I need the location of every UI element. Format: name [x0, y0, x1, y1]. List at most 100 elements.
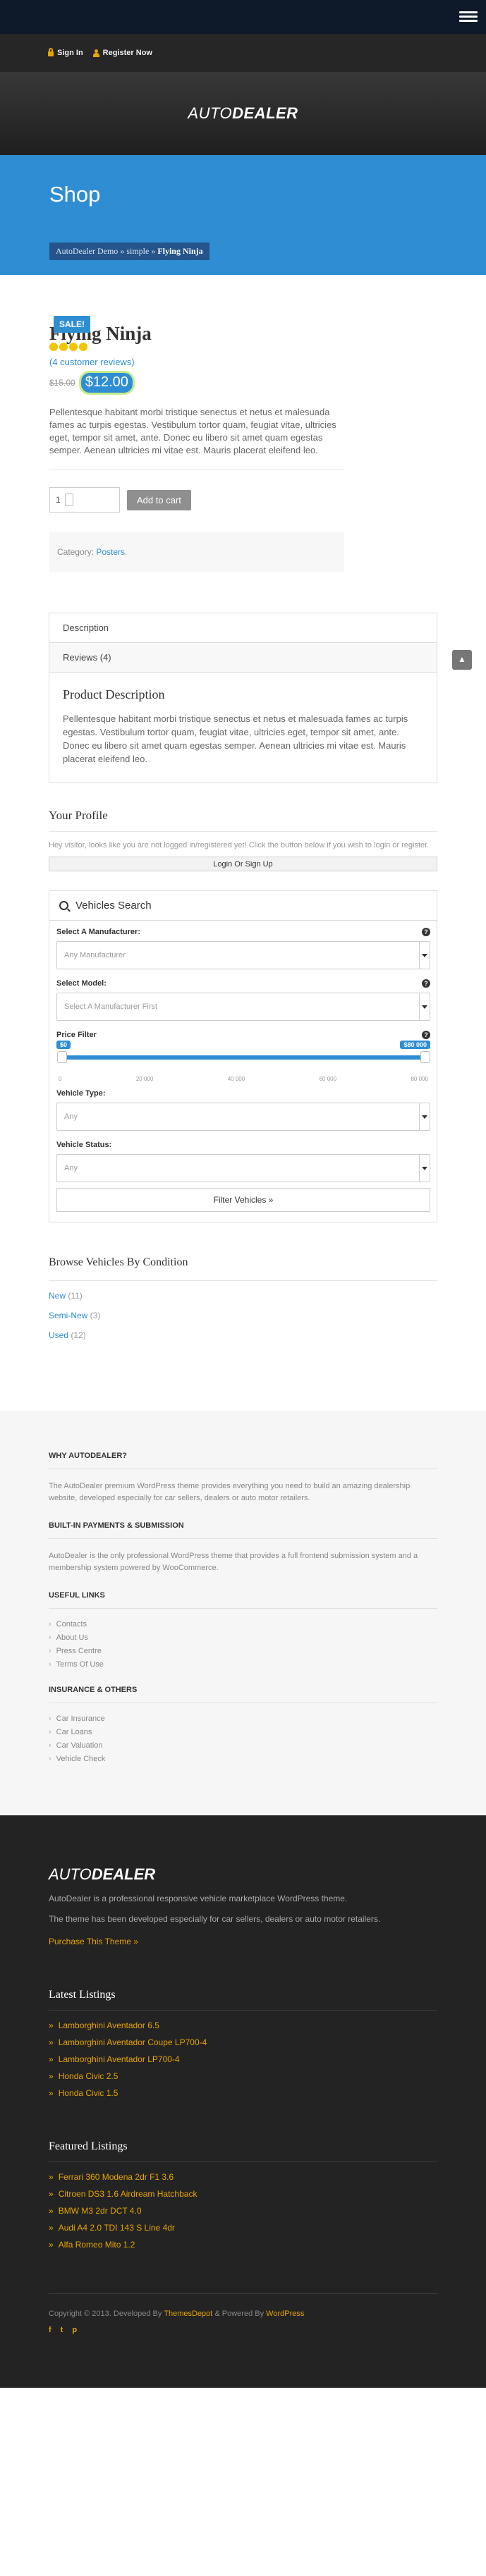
product-tabs: Description Reviews (4) Product Descript…: [49, 613, 437, 783]
price-max-value: $80 000: [400, 1041, 430, 1049]
chevron-down-icon[interactable]: [419, 1103, 430, 1130]
reviews-link[interactable]: (4 customer reviews): [49, 357, 437, 367]
price-slider[interactable]: $0 $80 000: [56, 1041, 430, 1072]
manufacturer-select[interactable]: Any Manufacturer: [56, 941, 430, 969]
built-title: BUILT-IN PAYMENTS & SUBMISSION: [49, 1521, 437, 1539]
vehicles-search-header: Vehicles Search: [49, 891, 437, 921]
list-item[interactable]: Contacts: [49, 1620, 437, 1629]
list-item[interactable]: Audi A4 2.0 TDI 143 S Line 4dr: [49, 2223, 437, 2233]
user-icon: [92, 49, 99, 57]
panel-text: Pellentesque habitant morbi tristique se…: [63, 713, 408, 764]
footer-logo[interactable]: AUTODEALER: [49, 1865, 437, 1884]
add-to-cart-button[interactable]: Add to cart: [127, 489, 191, 510]
browse-title: Browse Vehicles By Condition: [49, 1256, 437, 1281]
list-item[interactable]: Terms Of Use: [49, 1660, 437, 1669]
breadcrumb-current: Flying Ninja: [157, 246, 203, 256]
list-item[interactable]: Honda Civic 1.5: [49, 2088, 437, 2098]
list-item[interactable]: Citroen DS3 1.6 Airdream Hatchback: [49, 2189, 437, 2199]
product-summary: SALE! Flying Ninja (4 customer reviews) …: [0, 275, 486, 572]
facebook-icon[interactable]: f: [49, 2326, 51, 2334]
tab-description[interactable]: Description: [49, 613, 437, 643]
breadcrumb-category[interactable]: simple: [126, 246, 149, 256]
list-item[interactable]: Car Insurance: [49, 1715, 437, 1723]
list-item[interactable]: Lamborghini Aventador 6.5: [49, 2020, 437, 2030]
cart-form: 1 Add to cart: [49, 487, 437, 513]
category-link[interactable]: Posters: [96, 547, 125, 557]
list-item[interactable]: Car Valuation: [49, 1741, 437, 1750]
list-item[interactable]: Lamborghini Aventador LP700-4: [49, 2054, 437, 2064]
why-text: The AutoDealer premium WordPress theme p…: [49, 1482, 411, 1502]
list-item[interactable]: Lamborghini Aventador Coupe LP700-4: [49, 2037, 437, 2047]
latest-title: Latest Listings: [49, 1989, 437, 2011]
profile-widget: Your Profile Hey visitor, looks like you…: [49, 809, 437, 871]
chevron-down-icon[interactable]: [419, 993, 430, 1020]
price-max-handle[interactable]: [420, 1051, 430, 1063]
vehicle-type-select[interactable]: Any: [56, 1103, 430, 1131]
developer-link[interactable]: ThemesDepot: [164, 2310, 212, 2318]
price-min-handle[interactable]: [57, 1051, 67, 1063]
footer-about: AutoDealer is a professional responsive …: [49, 1894, 381, 1924]
star-icon: [49, 343, 58, 351]
tab-reviews[interactable]: Reviews (4): [49, 643, 437, 673]
chevron-down-icon[interactable]: [419, 942, 430, 969]
menu-icon[interactable]: [459, 9, 478, 25]
panel-title: Product Description: [63, 687, 165, 701]
chevron-down-icon[interactable]: [419, 1155, 430, 1182]
quantity-spinner-icon[interactable]: [64, 493, 73, 506]
list-item[interactable]: Vehicle Check: [49, 1755, 437, 1763]
product-meta: Category: Posters.: [49, 532, 344, 572]
filter-vehicles-button[interactable]: Filter Vehicles »: [56, 1188, 430, 1212]
scroll-top-icon[interactable]: ▲: [452, 650, 472, 670]
star-icon: [69, 343, 78, 351]
price-ticks: 0 20 000 40 000 60 000 80 000: [59, 1076, 428, 1082]
list-item[interactable]: Honda Civic 2.5: [49, 2071, 437, 2081]
price: $15.00 $12.00: [49, 373, 437, 393]
breadcrumb-home[interactable]: AutoDealer Demo: [56, 246, 118, 256]
quantity-input[interactable]: 1: [49, 487, 120, 513]
price-slider-track: [61, 1055, 425, 1060]
price-filter-label: Price Filter: [56, 1031, 97, 1039]
star-icon: [79, 343, 87, 351]
product-title: Flying Ninja: [49, 323, 152, 344]
list-item[interactable]: BMW M3 2dr DCT 4.0: [49, 2206, 437, 2216]
built-text: AutoDealer is the only professional Word…: [49, 1552, 418, 1572]
page-banner: Shop AutoDealer Demo » simple » Flying N…: [0, 155, 486, 275]
search-icon: [59, 901, 68, 910]
copyright: Copyright © 2013. Developed By ThemesDep…: [49, 2293, 437, 2334]
old-price: $15.00: [49, 378, 75, 388]
list-item: New (11): [49, 1291, 83, 1301]
list-item: Used (12): [49, 1330, 86, 1340]
condition-link-semi-new[interactable]: Semi-New: [49, 1311, 87, 1320]
list-item[interactable]: About Us: [49, 1633, 437, 1642]
list-item[interactable]: Press Centre: [49, 1647, 437, 1655]
condition-link-new[interactable]: New: [49, 1291, 66, 1301]
model-select[interactable]: Select A Manufacturer First: [56, 993, 430, 1021]
help-icon[interactable]: ?: [422, 1031, 430, 1039]
manufacturer-label: Select A Manufacturer:: [56, 928, 140, 936]
footer-dark: AUTODEALER AutoDealer is a professional …: [0, 1815, 486, 2388]
condition-link-used[interactable]: Used: [49, 1330, 68, 1340]
vehicle-type-label: Vehicle Type:: [56, 1089, 106, 1098]
auth-bar: Sign In Register Now: [0, 34, 486, 72]
page-title: Shop: [49, 182, 101, 207]
insurance-title: INSURANCE & OTHERS: [49, 1686, 437, 1703]
sale-price: $12.00: [80, 373, 133, 393]
wordpress-link[interactable]: WordPress: [266, 2310, 304, 2318]
purchase-link[interactable]: Purchase This Theme »: [49, 1937, 437, 1946]
list-item[interactable]: Alfa Romeo Mito 1.2: [49, 2240, 437, 2250]
profile-title: Your Profile: [49, 809, 437, 832]
login-signup-button[interactable]: Login Or Sign Up: [49, 857, 437, 871]
twitter-icon[interactable]: t: [61, 2326, 63, 2334]
vehicle-status-select[interactable]: Any: [56, 1154, 430, 1182]
sign-in-link[interactable]: Sign In: [48, 48, 83, 57]
pinterest-icon[interactable]: p: [72, 2326, 77, 2334]
tab-panel: Product Description Pellentesque habitan…: [49, 673, 437, 783]
list-item[interactable]: Ferrari 360 Modena 2dr F1 3.6: [49, 2172, 437, 2182]
list-item[interactable]: Car Loans: [49, 1728, 437, 1736]
site-logo[interactable]: AUTODEALER: [188, 104, 298, 123]
help-icon[interactable]: ?: [422, 928, 430, 936]
register-link[interactable]: Register Now: [92, 49, 152, 57]
top-bar: [0, 0, 486, 34]
logo-bar: AUTODEALER: [0, 72, 486, 155]
help-icon[interactable]: ?: [422, 979, 430, 988]
